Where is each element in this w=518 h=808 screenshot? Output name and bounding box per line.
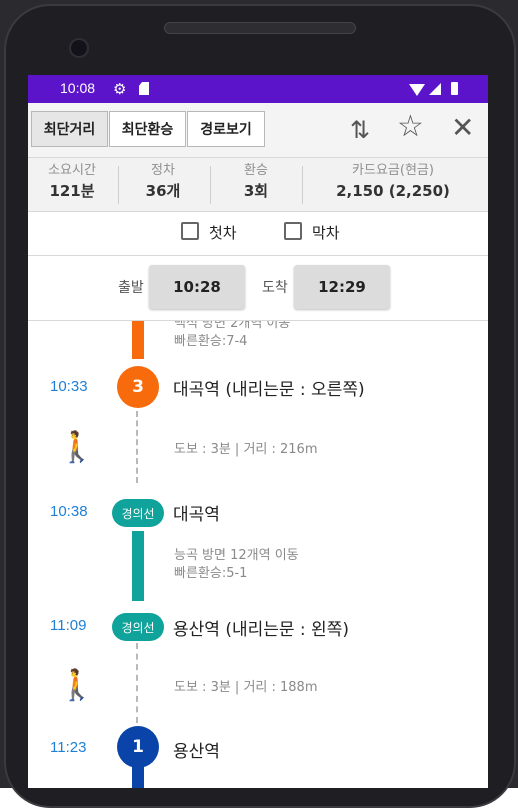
- transfers-label: 환승: [244, 163, 268, 178]
- duration-label: 소요시간: [48, 163, 96, 178]
- train-options: 첫차 막차: [28, 212, 488, 256]
- step-time: 11:23: [50, 739, 87, 756]
- station-name[interactable]: 대곡역: [173, 500, 220, 525]
- toolbar: 최단거리 최단환승 경로보기 ⇅ ☆ ✕: [28, 103, 488, 158]
- walk-connector: [136, 643, 138, 723]
- fare-value: 2,150 (2,250): [336, 182, 450, 200]
- divider: [118, 166, 119, 204]
- segment-note: 빠른환승:5-1: [174, 566, 248, 581]
- speaker-grill: [164, 22, 356, 34]
- first-train-checkbox[interactable]: [181, 222, 199, 240]
- walk-icon: 🚶: [58, 668, 96, 703]
- segment-note: 백석 방면 2개역 이동: [174, 321, 291, 331]
- camera-icon: [69, 38, 89, 58]
- line3-badge: 3: [117, 366, 159, 408]
- close-icon[interactable]: ✕: [451, 114, 474, 142]
- signal-icon: [429, 83, 441, 95]
- duration-value: 121분: [49, 182, 95, 200]
- wifi-icon: [409, 84, 425, 96]
- walk-note: 도보 : 3분 | 거리 : 216m: [174, 442, 318, 457]
- tab-shortest-distance[interactable]: 최단거리: [31, 111, 108, 147]
- first-train-label[interactable]: 첫차: [209, 222, 237, 243]
- tab-route-view[interactable]: 경로보기: [187, 111, 265, 147]
- line3-segment: [132, 321, 144, 359]
- gyeongui-line-badge: 경의선: [112, 613, 164, 641]
- departure-label: 출발: [118, 280, 144, 296]
- summary-transfers: 환승 3회: [224, 162, 288, 202]
- stops-value: 36개: [145, 182, 181, 200]
- station-name[interactable]: 대곡역 (내리는문 : 오른쪽): [173, 375, 365, 400]
- time-selector: 출발 10:28 도착 12:29: [28, 256, 488, 321]
- line1-badge: 1: [117, 726, 159, 768]
- summary-fare: 카드요금(현금) 2,150 (2,250): [318, 162, 468, 202]
- route-summary: 소요시간 121분 정차 36개 환승 3회 카드요금(현금) 2,150 (2…: [28, 158, 488, 212]
- status-time: 10:08: [60, 80, 96, 96]
- walk-note: 도보 : 3분 | 거리 : 188m: [174, 680, 318, 695]
- step-time: 11:09: [50, 617, 87, 634]
- last-train-label[interactable]: 막차: [312, 222, 340, 243]
- battery-icon: [451, 82, 458, 95]
- status-bar: 10:08 ⚙: [28, 75, 488, 103]
- walk-connector: [136, 411, 138, 483]
- tab-fewest-transfers[interactable]: 최단환승: [109, 111, 186, 147]
- summary-duration: 소요시간 121분: [38, 162, 106, 202]
- divider: [210, 166, 211, 204]
- stops-label: 정차: [151, 163, 175, 178]
- divider: [302, 166, 303, 204]
- fare-label: 카드요금(현금): [352, 163, 434, 178]
- star-icon[interactable]: ☆: [397, 112, 424, 142]
- gyeongui-segment: [132, 531, 144, 601]
- segment-note: 빠른환승:7-4: [174, 334, 248, 349]
- route-detail: 백석 방면 2개역 이동 빠른환승:7-4 10:33 3 대곡역 (내리는문 …: [28, 321, 488, 788]
- summary-stops: 정차 36개: [128, 162, 198, 202]
- step-time: 10:38: [50, 503, 88, 520]
- last-train-checkbox[interactable]: [284, 222, 302, 240]
- departure-time-button[interactable]: 10:28: [149, 265, 245, 309]
- phone-frame: 10:08 ⚙ 최단거리 최단환승 경로보기 ⇅ ☆ ✕ 소요시간 121분 정…: [0, 0, 518, 808]
- swap-icon[interactable]: ⇅: [350, 117, 370, 143]
- arrival-label: 도착: [262, 280, 288, 296]
- gyeongui-line-badge: 경의선: [112, 499, 164, 527]
- gear-icon: ⚙: [113, 80, 127, 98]
- line1-segment: [132, 767, 144, 788]
- step-time: 10:33: [50, 378, 88, 395]
- segment-note: 능곡 방면 12개역 이동: [174, 548, 299, 563]
- walk-icon: 🚶: [58, 430, 96, 465]
- app-screen: 10:08 ⚙ 최단거리 최단환승 경로보기 ⇅ ☆ ✕ 소요시간 121분 정…: [28, 75, 488, 788]
- transfers-value: 3회: [243, 182, 269, 200]
- arrival-time-button[interactable]: 12:29: [294, 265, 390, 309]
- station-name[interactable]: 용산역 (내리는문 : 왼쪽): [173, 615, 349, 640]
- sdcard-icon: [139, 82, 149, 95]
- station-name[interactable]: 용산역: [173, 737, 220, 762]
